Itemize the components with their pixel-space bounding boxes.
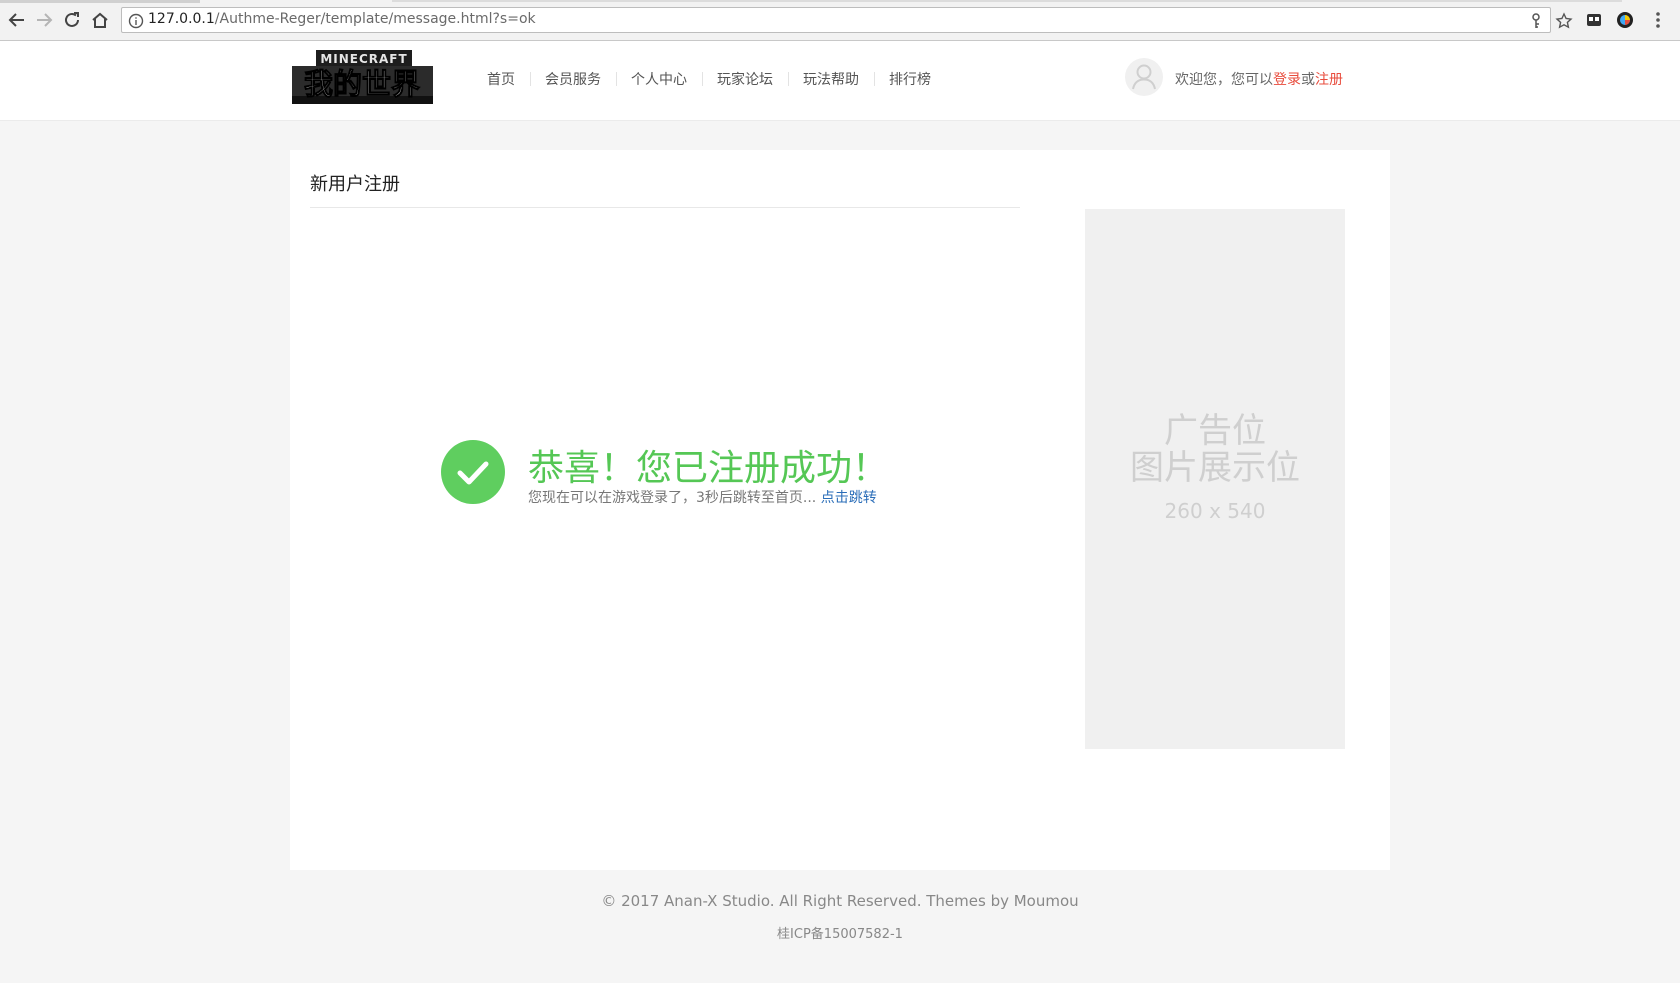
tab-strip-edge: [392, 0, 1622, 2]
avatar[interactable]: [1125, 58, 1163, 96]
success-message: 您现在可以在游戏登录了，3秒后跳转至首页... 点击跳转: [528, 487, 877, 507]
welcome-text: 欢迎您，您可以登录或注册: [1175, 69, 1343, 89]
ad-placeholder[interactable]: 广告位 图片展示位 260 x 540: [1085, 209, 1345, 749]
browser-toolbar: 127.0.0.1/Authme-Reger/template/message.…: [0, 0, 1680, 41]
main-nav: 首页 会员服务 个人中心 玩家论坛 玩法帮助 排行榜: [472, 69, 946, 89]
home-icon[interactable]: [89, 9, 111, 31]
user-icon: [1132, 64, 1156, 90]
address-bar[interactable]: 127.0.0.1/Authme-Reger/template/message.…: [121, 7, 1573, 33]
info-icon[interactable]: [128, 13, 144, 29]
nav-forum[interactable]: 玩家论坛: [702, 69, 788, 89]
welcome-prefix: 欢迎您，您可以: [1175, 72, 1273, 88]
key-icon[interactable]: [1527, 12, 1545, 30]
url-host: 127.0.0.1: [148, 11, 215, 27]
register-link[interactable]: 注册: [1315, 72, 1343, 88]
back-icon[interactable]: [6, 9, 28, 31]
success-check-icon: [441, 440, 505, 504]
nav-home[interactable]: 首页: [472, 69, 530, 89]
jump-link[interactable]: 点击跳转: [821, 490, 877, 506]
title-divider: [310, 207, 1020, 208]
site-header: MINECRAFT 我的世界 首页 会员服务 个人中心 玩家论坛 玩法帮助 排行…: [0, 41, 1680, 121]
url-path: /Authme-Reger/template/message.html?s=ok: [214, 11, 536, 27]
ad-label-1: 广告位: [1164, 411, 1266, 451]
nav-member-services[interactable]: 会员服务: [530, 69, 616, 89]
extension-color-icon[interactable]: [1615, 10, 1635, 30]
bookmark-star-icon[interactable]: [1555, 12, 1573, 30]
ad-size: 260 x 540: [1164, 499, 1266, 523]
nav-user-center[interactable]: 个人中心: [616, 69, 702, 89]
or-text: 或: [1301, 72, 1315, 88]
login-link[interactable]: 登录: [1273, 72, 1301, 88]
footer-copyright: © 2017 Anan-X Studio. All Right Reserved…: [601, 892, 1079, 910]
svg-text:MINECRAFT: MINECRAFT: [320, 52, 407, 66]
nav-leaderboard[interactable]: 排行榜: [874, 69, 946, 89]
svg-text:我的世界: 我的世界: [304, 67, 420, 101]
menu-icon[interactable]: [1648, 10, 1668, 30]
forward-icon[interactable]: [33, 9, 55, 31]
success-title: 恭喜！您已注册成功！: [528, 448, 889, 489]
reload-icon[interactable]: [61, 9, 83, 31]
nav-help[interactable]: 玩法帮助: [788, 69, 874, 89]
footer-icp[interactable]: 桂ICP备15007582-1: [0, 923, 1680, 942]
minecraft-logo[interactable]: MINECRAFT 我的世界: [290, 48, 435, 106]
ad-label-2: 图片展示位: [1130, 448, 1300, 488]
page-title: 新用户注册: [310, 174, 400, 195]
content-panel: 新用户注册 恭喜！您已注册成功！ 您现在可以在游戏登录了，3秒后跳转至首页...…: [290, 150, 1390, 870]
extension-incognito-icon[interactable]: [1584, 10, 1604, 30]
active-tab-edge: [0, 0, 200, 3]
url-text[interactable]: 127.0.0.1/Authme-Reger/template/message.…: [148, 11, 536, 27]
success-text: 您现在可以在游戏登录了，3秒后跳转至首页...: [528, 490, 821, 506]
